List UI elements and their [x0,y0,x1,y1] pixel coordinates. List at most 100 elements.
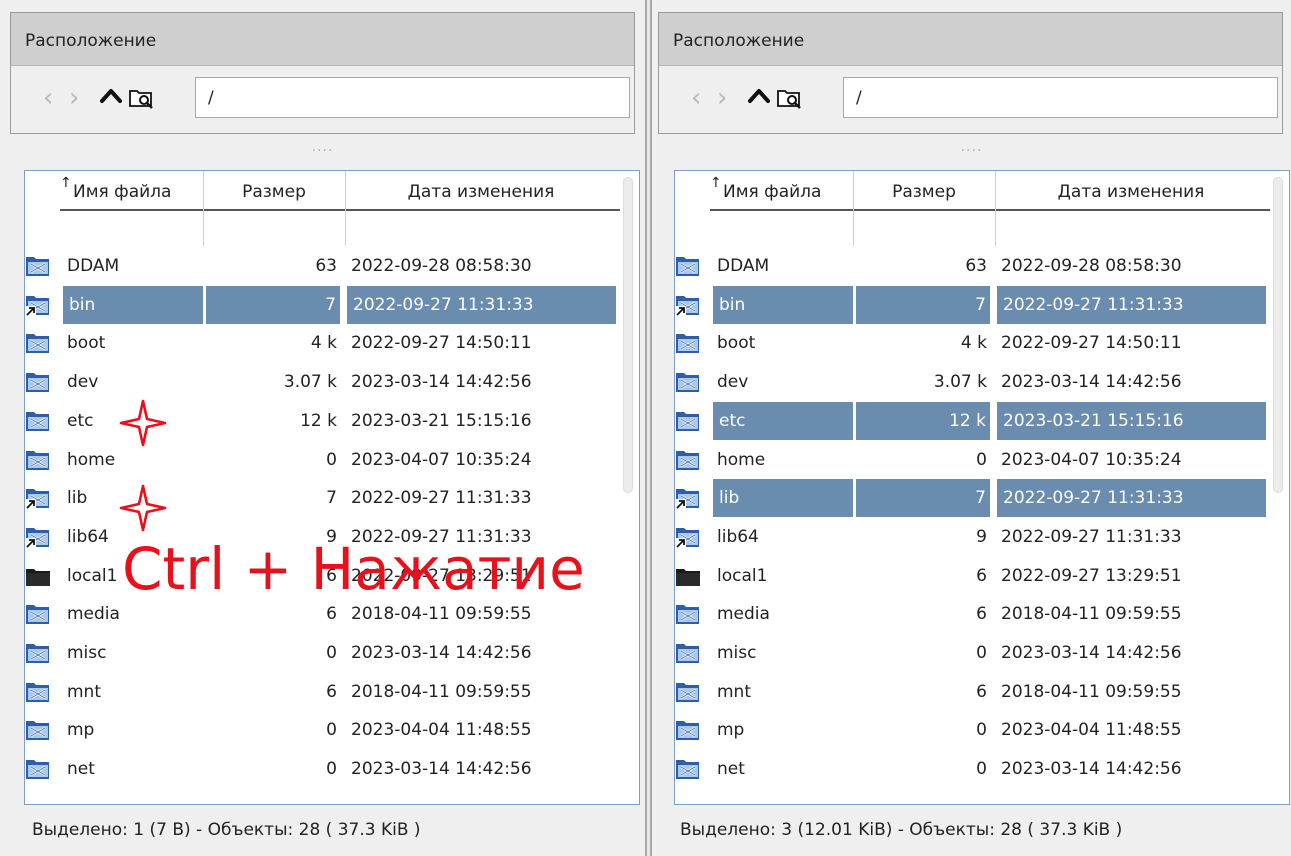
folder-icon [675,370,701,394]
file-size: 3.07 k [933,372,987,393]
file-size: 7 [856,285,990,324]
folder-symlink-icon [675,486,701,511]
file-row[interactable]: local1 6 2022-09-27 13:29:51 [675,557,1270,595]
vertical-scrollbar[interactable] [623,177,633,493]
file-date: 2023-04-04 11:48:55 [351,720,532,741]
file-row[interactable]: lib 7 2022-09-27 11:31:33 [675,479,1270,518]
path-input[interactable] [195,77,630,118]
file-row[interactable]: mp 0 2023-04-04 11:48:55 [25,711,620,749]
file-row[interactable]: media 6 2018-04-11 09:59:55 [25,595,620,633]
file-row[interactable]: home 0 2023-04-07 10:35:24 [25,441,620,479]
folder-icon [25,331,51,355]
folder-icon [675,718,701,742]
file-date: 2022-09-27 13:29:51 [1001,565,1182,586]
file-row[interactable]: bin 7 2022-09-27 11:31:33 [675,285,1270,324]
chevron-left-icon[interactable]: ‹ [43,84,53,112]
panel-splitter[interactable] [645,0,652,856]
folder-icon [25,254,51,278]
file-row[interactable]: DDAM 63 2022-09-28 08:58:30 [25,247,620,285]
chevron-left-icon[interactable]: ‹ [691,84,701,112]
vertical-scrollbar[interactable] [1273,177,1283,493]
chevron-up-icon[interactable] [97,82,125,110]
file-row[interactable]: mp 0 2023-04-04 11:48:55 [675,711,1270,749]
file-row[interactable]: misc 0 2023-03-14 14:42:56 [675,634,1270,672]
file-size: 4 k [310,333,337,354]
file-date: 2023-04-04 11:48:55 [1001,720,1182,741]
file-date: 2022-09-27 11:31:33 [997,285,1266,324]
folder-symlink-icon [675,293,701,317]
chevron-up-icon[interactable] [745,82,773,110]
column-header-date[interactable]: Дата изменения [996,171,1266,213]
file-row[interactable]: etc 12 k 2023-03-21 15:15:16 [25,402,620,440]
file-date: 2023-03-14 14:42:56 [351,643,532,663]
file-row[interactable]: mnt 6 2018-04-11 09:59:55 [675,673,1270,711]
file-date: 2022-09-27 13:29:51 [351,565,532,586]
file-row[interactable]: lib64 9 2022-09-27 11:31:33 [25,518,620,556]
file-size: 7 [856,479,990,518]
file-name: misc [67,643,107,663]
chevron-right-icon[interactable]: › [717,84,727,112]
file-row[interactable]: lib64 9 2022-09-27 11:31:33 [675,518,1270,556]
file-name: net [717,759,745,780]
column-header-name[interactable]: Имя файла [60,171,202,213]
file-row[interactable]: net 0 2023-03-14 14:42:56 [25,750,620,788]
path-input[interactable] [843,77,1278,118]
file-name: misc [717,643,757,663]
file-row[interactable]: mnt 6 2018-04-11 09:59:55 [25,673,620,711]
column-header-size[interactable]: Размер [854,171,994,213]
file-row[interactable]: net 0 2023-03-14 14:42:56 [675,750,1270,788]
file-size: 63 [315,256,337,276]
file-row[interactable]: dev 3.07 k 2023-03-14 14:42:56 [675,363,1270,401]
file-row[interactable]: dev 3.07 k 2023-03-14 14:42:56 [25,363,620,401]
folder-icon [675,680,701,704]
file-list[interactable]: ↑ Имя файла Размер Дата изменения DDAM 63… [674,170,1290,805]
folder-icon [675,757,701,781]
file-row[interactable]: home 0 2023-04-07 10:35:24 [675,441,1270,479]
file-size: 0 [976,643,987,663]
file-size: 6 [976,565,987,586]
file-name: lib64 [717,526,759,547]
file-row[interactable]: etc 12 k 2023-03-21 15:15:16 [675,401,1270,440]
file-row[interactable]: lib 7 2022-09-27 11:31:33 [25,479,620,517]
folder-icon [25,602,51,626]
folder-icon [675,331,701,355]
file-name: dev [717,372,749,393]
file-name: bin [63,285,203,324]
chevron-right-icon[interactable]: › [69,84,79,112]
folder-symlink-icon [25,293,51,317]
file-size: 12 k [300,410,337,431]
file-row[interactable]: media 6 2018-04-11 09:59:55 [675,595,1270,633]
file-name: mnt [717,681,751,702]
column-header-name[interactable]: Имя файла [710,171,852,213]
resize-handle[interactable]: .... [0,140,645,154]
file-row[interactable]: bin 7 2022-09-27 11:31:33 [25,285,620,324]
file-list[interactable]: ↑ Имя файла Размер Дата изменения DDAM 63… [24,170,640,805]
folder-search-icon[interactable] [775,84,803,112]
resize-handle[interactable]: .... [652,140,1291,154]
file-size: 7 [326,488,337,509]
file-size: 63 [965,256,987,276]
file-row[interactable]: boot 4 k 2022-09-27 14:50:11 [25,324,620,362]
file-date: 2023-04-07 10:35:24 [351,449,532,470]
file-date: 2023-03-14 14:42:56 [1001,759,1182,780]
file-row[interactable]: boot 4 k 2022-09-27 14:50:11 [675,324,1270,362]
column-header-size[interactable]: Размер [204,171,344,213]
header-divider [710,209,1270,211]
black-folder-icon [25,564,51,588]
file-name: bin [713,285,853,324]
navigation-bar: ‹ › [659,66,1282,134]
file-row[interactable]: DDAM 63 2022-09-28 08:58:30 [675,247,1270,285]
file-date: 2023-03-21 15:15:16 [997,401,1266,440]
column-header-date[interactable]: Дата изменения [346,171,616,213]
file-name: mp [67,720,95,741]
file-row[interactable]: misc 0 2023-03-14 14:42:56 [25,634,620,672]
file-row[interactable]: local1 6 2022-09-27 13:29:51 [25,557,620,595]
location-title: Расположение [659,13,1282,66]
folder-search-icon[interactable] [127,84,155,112]
folder-icon [675,641,701,665]
black-folder-icon [675,564,701,588]
file-date: 2022-09-27 11:31:33 [351,526,532,547]
folder-icon [675,602,701,626]
file-name: etc [713,401,853,440]
file-date: 2022-09-28 08:58:30 [1001,256,1182,276]
